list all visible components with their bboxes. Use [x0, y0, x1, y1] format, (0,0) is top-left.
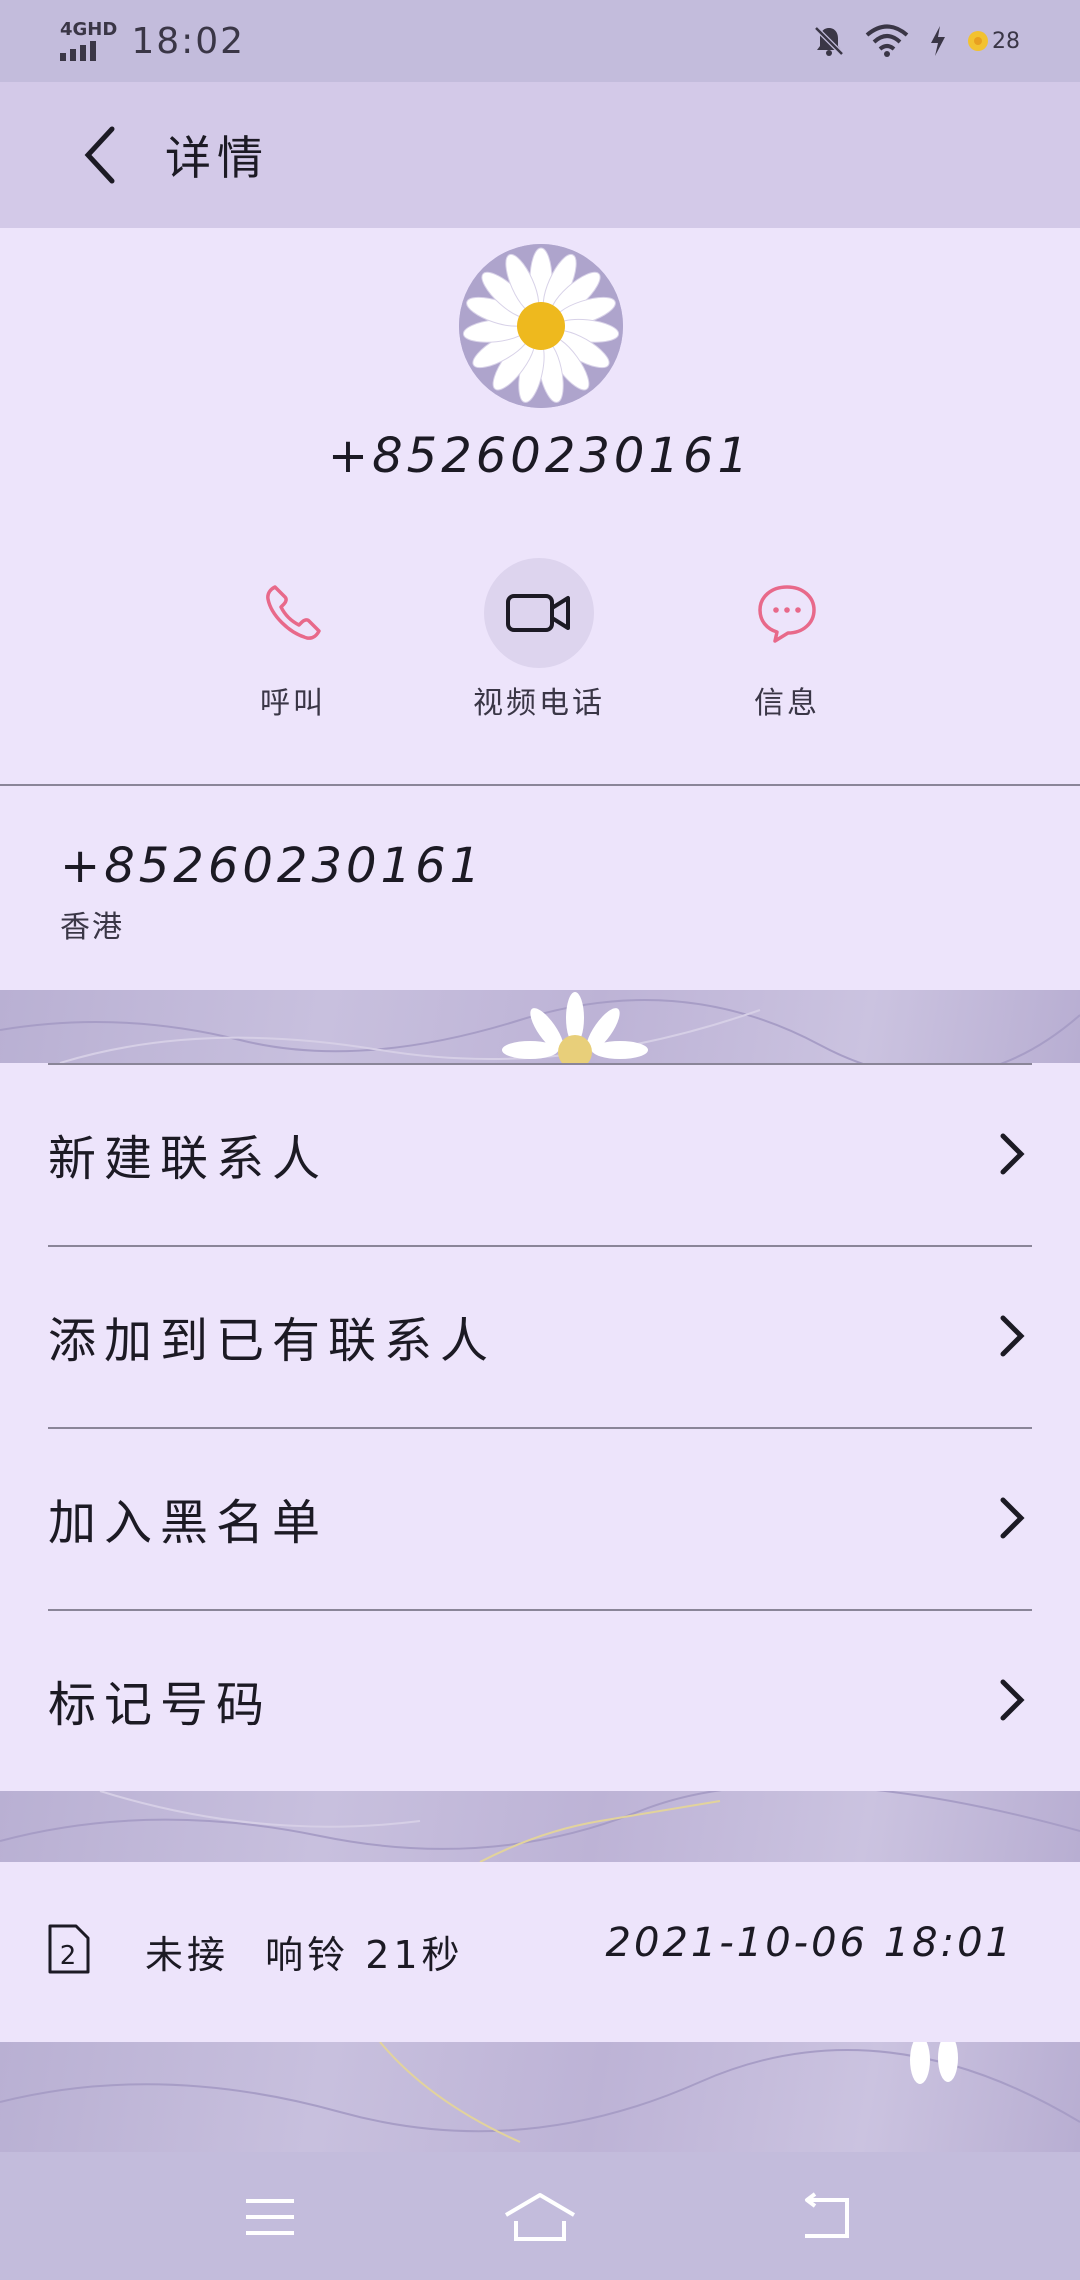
- options-list: 新建联系人 添加到已有联系人 加入黑名单 标记号码: [0, 1063, 1080, 1791]
- phone-number: +85260230161: [60, 838, 485, 894]
- call-button[interactable]: 呼叫: [193, 558, 393, 722]
- battery-level: 28: [992, 28, 1020, 54]
- status-bar: 4GHD 18:02 28: [0, 0, 1080, 82]
- video-call-button[interactable]: 视频电话: [439, 558, 639, 722]
- ring-duration: 响铃 21秒: [265, 1933, 464, 1977]
- call-label: 呼叫: [260, 686, 326, 721]
- status-right: 28: [812, 24, 1020, 58]
- caller-number: +85260230161: [327, 428, 753, 484]
- option-label: 添加到已有联系人: [48, 1313, 497, 1369]
- daisy-avatar[interactable]: [459, 244, 623, 408]
- phone-icon: [266, 585, 321, 640]
- option-label: 新建联系人: [48, 1131, 329, 1187]
- call-status: 未接 响铃 21秒: [145, 1924, 464, 1979]
- message-bubble-icon: [758, 585, 816, 643]
- wifi-icon: [865, 24, 909, 57]
- chevron-right-icon: [992, 1670, 1032, 1730]
- new-contact-item[interactable]: 新建联系人: [48, 1063, 1032, 1245]
- phone-detail-row[interactable]: +85260230161 香港: [60, 838, 484, 946]
- marble-decoration: [0, 990, 1080, 1063]
- return-icon: [805, 2192, 849, 2238]
- battery-icon: 28: [966, 29, 1020, 54]
- mark-number-item[interactable]: 标记号码: [48, 1609, 1032, 1791]
- option-label: 加入黑名单: [48, 1495, 329, 1551]
- status-left: 4GHD 18:02: [60, 21, 245, 62]
- video-call-label: 视频电话: [473, 686, 605, 721]
- menu-icon: [246, 2199, 294, 2235]
- call-datetime: 2021-10-06 18:01: [605, 1920, 1014, 1966]
- call-status-label: 未接: [145, 1933, 230, 1977]
- network-label: 4GHD: [60, 19, 118, 40]
- phone-region: 香港: [60, 910, 124, 945]
- message-button[interactable]: 信息: [687, 558, 887, 722]
- video-camera-icon: [506, 594, 570, 632]
- chevron-right-icon: [992, 1124, 1032, 1184]
- signal-icon: 4GHD: [60, 21, 117, 61]
- daisy-decoration: [502, 992, 648, 1063]
- sim-card-icon: 2: [46, 1922, 92, 1976]
- marble-decoration: [0, 1791, 1080, 1862]
- mute-bell-icon: [814, 26, 844, 56]
- page-title: 详情: [165, 131, 269, 185]
- call-log-entry[interactable]: 2 未接 响铃 21秒 2021-10-06 18:01: [0, 1862, 1080, 2042]
- charging-icon: [931, 26, 945, 56]
- action-row: 呼叫 视频电话 信息: [0, 558, 1080, 721]
- back-button[interactable]: [45, 100, 155, 210]
- menu-button[interactable]: [215, 2172, 325, 2262]
- status-time: 18:02: [131, 20, 246, 62]
- message-label: 信息: [754, 686, 820, 721]
- header-bar: 详情: [0, 82, 1080, 228]
- sim-number: 2: [60, 1941, 77, 1971]
- marble-decoration: [0, 2042, 1080, 2152]
- option-label: 标记号码: [48, 1677, 273, 1733]
- home-icon: [504, 2193, 576, 2241]
- chevron-right-icon: [992, 1306, 1032, 1366]
- daisy-decoration: [910, 2042, 958, 2084]
- back-nav-button[interactable]: [770, 2172, 880, 2262]
- navigation-bar: [0, 2152, 1080, 2280]
- chevron-right-icon: [992, 1488, 1032, 1548]
- divider: [0, 784, 1080, 786]
- contact-panel: +85260230161 呼叫 视频电话 信息 +85260230161 香港: [0, 228, 1080, 990]
- add-to-existing-contact-item[interactable]: 添加到已有联系人: [48, 1245, 1032, 1427]
- chevron-left-icon: [84, 126, 115, 184]
- add-to-blacklist-item[interactable]: 加入黑名单: [48, 1427, 1032, 1609]
- home-button[interactable]: [485, 2172, 595, 2262]
